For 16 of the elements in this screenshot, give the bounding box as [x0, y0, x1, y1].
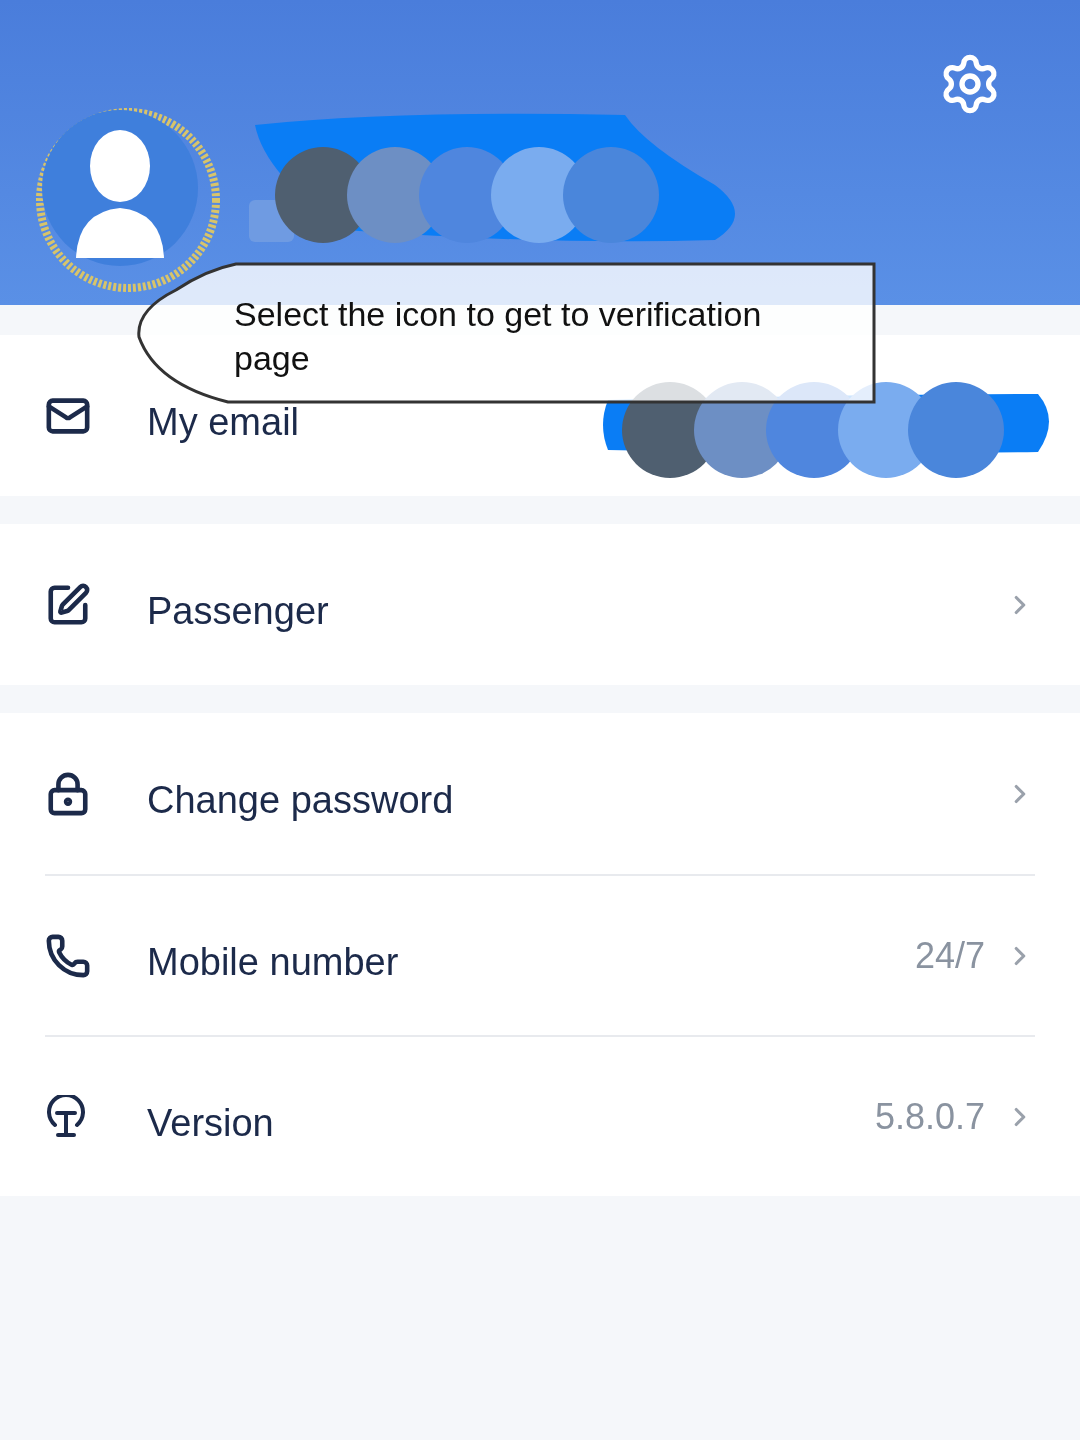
edit-icon: [45, 581, 91, 628]
callout-text: Select the icon to get to verification page: [234, 294, 763, 379]
row-value: 24/7: [914, 933, 985, 978]
menu-row[interactable]: Mobile number 24/7: [45, 874, 1035, 1035]
row-label: Change password: [147, 778, 454, 823]
menu-row[interactable]: Passenger: [45, 524, 1035, 685]
row-label: My email: [147, 400, 300, 445]
phone-icon: [45, 932, 91, 979]
lock-icon: [45, 770, 91, 817]
row-label: Version: [147, 1101, 274, 1146]
menu-row[interactable]: Change password: [45, 713, 1035, 874]
menu-row[interactable]: Version 5.8.0.7: [45, 1035, 1035, 1196]
row-label: Passenger: [147, 589, 329, 634]
row-label: Mobile number: [147, 940, 399, 985]
row-value: 5.8.0.7: [874, 1094, 985, 1139]
signpost-icon: [45, 1094, 87, 1139]
